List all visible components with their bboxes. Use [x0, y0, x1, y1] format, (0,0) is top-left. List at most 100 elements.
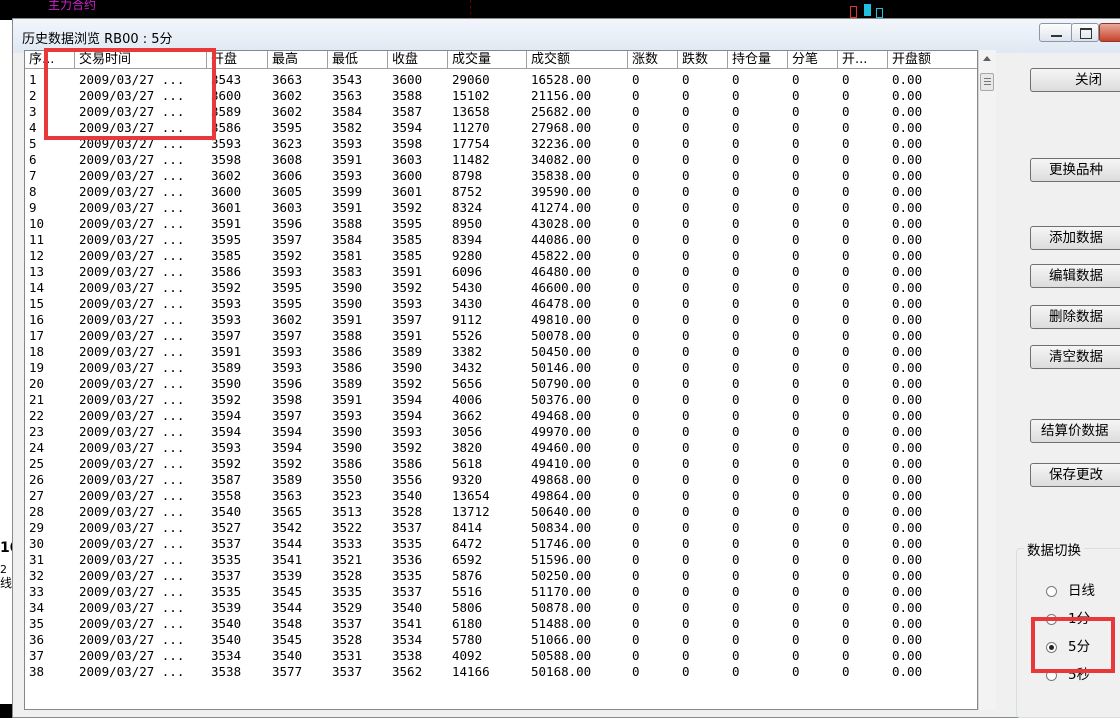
table-row[interactable]: 9 2009/03/27 ... 3601 3603 3591 3592 8324 41274… — [25, 200, 977, 216]
cell-low: 3591 — [332, 392, 363, 407]
table-row[interactable]: 15 2009/03/27 ... 3593 3595 3590 3593 3430 4647… — [25, 296, 977, 312]
table-row[interactable]: 29 2009/03/27 ... 3527 3542 3522 3537 8414 5083… — [25, 520, 977, 536]
cell-open_amt: 0.00 — [892, 200, 923, 215]
delete-data-button[interactable]: 删除数据 — [1030, 305, 1120, 329]
cell-open_oi: 0 — [842, 424, 850, 439]
cell-down: 0 — [682, 408, 690, 423]
cell-volume: 5876 — [452, 568, 483, 583]
table-row[interactable]: 37 2009/03/27 ... 3534 3540 3531 3538 4092 5058… — [25, 648, 977, 664]
column-header-open_amt[interactable]: 开盘额 — [888, 51, 977, 69]
cell-open_oi: 0 — [842, 376, 850, 391]
table-row[interactable]: 20 2009/03/27 ... 3590 3596 3589 3592 5656 5079… — [25, 376, 977, 392]
cell-time: 2009/03/27 ... — [79, 200, 185, 215]
table-row[interactable]: 24 2009/03/27 ... 3593 3594 3590 3592 3820 4946… — [25, 440, 977, 456]
table-row[interactable]: 7 2009/03/27 ... 3602 3606 3593 3600 8798 35838… — [25, 168, 977, 184]
table-row[interactable]: 28 2009/03/27 ... 3540 3565 3513 3528 13712 506… — [25, 504, 977, 520]
column-header-open_oi[interactable]: 开... — [838, 51, 888, 69]
table-row[interactable]: 32 2009/03/27 ... 3537 3539 3528 3535 5876 5025… — [25, 568, 977, 584]
column-header-open[interactable]: 开盘 — [207, 51, 268, 69]
change-symbol-button[interactable]: 更换品种 — [1030, 158, 1120, 182]
close-button[interactable]: 关闭 — [1030, 68, 1120, 92]
cell-time: 2009/03/27 ... — [79, 360, 185, 375]
clear-data-button[interactable]: 清空数据 — [1030, 345, 1120, 369]
table-row[interactable]: 38 2009/03/27 ... 3538 3577 3537 3562 14166 501… — [25, 664, 977, 680]
column-header-low[interactable]: 最低 — [328, 51, 388, 69]
cell-close: 3587 — [392, 104, 423, 119]
cell-down: 0 — [682, 472, 690, 487]
cell-open_oi: 0 — [842, 664, 850, 679]
table-row[interactable]: 30 2009/03/27 ... 3537 3544 3533 3535 6472 5174… — [25, 536, 977, 552]
scroll-up-button[interactable] — [979, 50, 996, 68]
cell-open_amt: 0.00 — [892, 344, 923, 359]
cell-volume: 5516 — [452, 584, 483, 599]
cell-high: 3597 — [272, 232, 303, 247]
cell-low: 3586 — [332, 344, 363, 359]
cell-close: 3592 — [392, 376, 423, 391]
history-data-grid[interactable]: 序... 交易时间 开盘 最高 最低 收盘 成交量 成交额 涨数 跌数 持仓量 分笔 开... 开盘额 1… — [24, 50, 978, 710]
edit-data-button[interactable]: 编辑数据 — [1030, 264, 1120, 288]
table-row[interactable]: 26 2009/03/27 ... 3587 3589 3550 3556 9320 4986… — [25, 472, 977, 488]
table-row[interactable]: 8 2009/03/27 ... 3600 3605 3599 3601 8752 39590… — [25, 184, 977, 200]
cell-open: 3535 — [211, 584, 242, 599]
column-header-volume[interactable]: 成交量 — [448, 51, 527, 69]
cell-up: 0 — [632, 520, 640, 535]
table-row[interactable]: 31 2009/03/27 ... 3535 3541 3521 3536 6592 5159… — [25, 552, 977, 568]
table-row[interactable]: 14 2009/03/27 ... 3592 3595 3590 3592 5430 4660… — [25, 280, 977, 296]
cell-amount: 50250.00 — [531, 568, 592, 583]
cell-down: 0 — [682, 264, 690, 279]
cell-open_amt: 0.00 — [892, 376, 923, 391]
cell-time: 2009/03/27 ... — [79, 648, 185, 663]
grid-body: 1 2009/03/27 ... 3543 3663 3543 3600 29060 1652… — [25, 72, 977, 680]
table-row[interactable]: 27 2009/03/27 ... 3558 3563 3523 3540 13654 498… — [25, 488, 977, 504]
settlement-data-button[interactable]: 结算价数据 — [1030, 419, 1120, 443]
table-row[interactable]: 21 2009/03/27 ... 3592 3598 3591 3594 4006 5037… — [25, 392, 977, 408]
table-row[interactable]: 17 2009/03/27 ... 3597 3597 3588 3591 5526 5007… — [25, 328, 977, 344]
column-header-amount[interactable]: 成交额 — [527, 51, 628, 69]
column-header-close[interactable]: 收盘 — [388, 51, 448, 69]
vertical-scrollbar[interactable] — [978, 50, 996, 710]
cell-low: 3590 — [332, 280, 363, 295]
column-header-high[interactable]: 最高 — [268, 51, 328, 69]
cell-down: 0 — [682, 168, 690, 183]
cell-open: 3589 — [211, 104, 242, 119]
cell-down: 0 — [682, 296, 690, 311]
table-row[interactable]: 23 2009/03/27 ... 3594 3594 3590 3593 3056 4997… — [25, 424, 977, 440]
cell-ticks: 0 — [792, 536, 800, 551]
cell-up: 0 — [632, 392, 640, 407]
add-data-button[interactable]: 添加数据 — [1030, 226, 1120, 250]
minimize-button[interactable] — [1039, 23, 1073, 42]
table-row[interactable]: 12 2009/03/27 ... 3585 3592 3581 3585 9280 4582… — [25, 248, 977, 264]
cell-ticks: 0 — [792, 72, 800, 87]
table-row[interactable]: 6 2009/03/27 ... 3598 3608 3591 3603 11482 3408… — [25, 152, 977, 168]
cell-high: 3577 — [272, 664, 303, 679]
cell-open_amt: 0.00 — [892, 264, 923, 279]
table-row[interactable]: 33 2009/03/27 ... 3535 3545 3535 3537 5516 5117… — [25, 584, 977, 600]
table-row[interactable]: 10 2009/03/27 ... 3591 3596 3588 3595 8950 4302… — [25, 216, 977, 232]
column-header-down[interactable]: 跌数 — [678, 51, 728, 69]
save-changes-button[interactable]: 保存更改 — [1030, 463, 1120, 487]
column-header-ticks[interactable]: 分笔 — [788, 51, 838, 69]
table-row[interactable]: 19 2009/03/27 ... 3589 3593 3586 3590 3432 5014… — [25, 360, 977, 376]
table-row[interactable]: 25 2009/03/27 ... 3592 3592 3586 3586 5618 4941… — [25, 456, 977, 472]
table-row[interactable]: 22 2009/03/27 ... 3594 3597 3593 3594 3662 4946… — [25, 408, 977, 424]
grip-icon — [984, 81, 991, 82]
table-row[interactable]: 11 2009/03/27 ... 3595 3597 3584 3585 8394 4408… — [25, 232, 977, 248]
column-header-up[interactable]: 涨数 — [628, 51, 678, 69]
table-row[interactable]: 34 2009/03/27 ... 3539 3544 3529 3540 5806 5087… — [25, 600, 977, 616]
scroll-thumb[interactable] — [980, 73, 994, 91]
radio-button-icon[interactable] — [1046, 586, 1057, 597]
cell-time: 2009/03/27 ... — [79, 664, 185, 679]
cell-low: 3593 — [332, 136, 363, 151]
table-row[interactable]: 16 2009/03/27 ... 3593 3602 3591 3597 9112 4981… — [25, 312, 977, 328]
cell-open_oi: 0 — [842, 136, 850, 151]
column-header-oi[interactable]: 持仓量 — [728, 51, 788, 69]
table-row[interactable]: 36 2009/03/27 ... 3540 3545 3528 3534 5780 5106… — [25, 632, 977, 648]
table-row[interactable]: 35 2009/03/27 ... 3540 3548 3537 3541 6180 5148… — [25, 616, 977, 632]
table-row[interactable]: 18 2009/03/27 ... 3591 3593 3586 3589 3382 5045… — [25, 344, 977, 360]
cell-amount: 32236.00 — [531, 136, 592, 151]
table-row[interactable]: 13 2009/03/27 ... 3586 3593 3583 3591 6096 4648… — [25, 264, 977, 280]
close-window-button[interactable] — [1099, 23, 1120, 42]
maximize-button[interactable] — [1071, 23, 1099, 42]
cell-time: 2009/03/27 ... — [79, 616, 185, 631]
cell-oi: 0 — [732, 536, 740, 551]
